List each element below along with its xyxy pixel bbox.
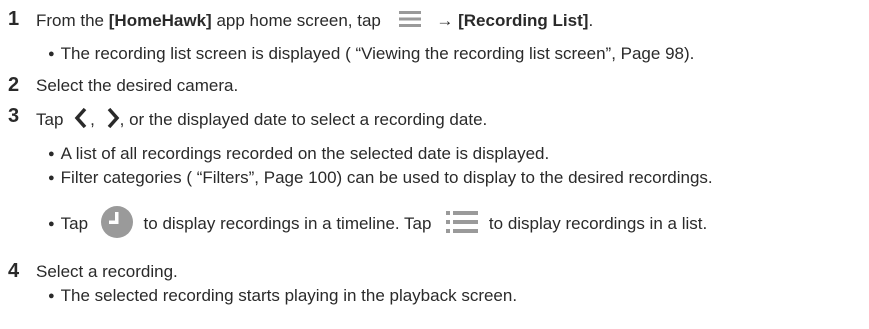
step-number-2: 2 — [8, 74, 20, 96]
step-1-text: From the [HomeHawk] app home screen, tap… — [36, 10, 593, 33]
bullet-item: ● Filter categories ( “Filters”, Page 100… — [48, 168, 713, 188]
bullet-item: ● The recording list screen is displayed … — [48, 44, 694, 64]
list-icon — [446, 209, 479, 240]
menu-icon — [398, 10, 422, 33]
bullet-text-pre: Tap — [60, 213, 89, 233]
step-3-sep: , — [90, 109, 95, 129]
step-4-text: Select a recording. — [36, 262, 178, 281]
bullet-dot: ● — [48, 48, 55, 60]
step-number-4: 4 — [8, 260, 20, 282]
step-1-end: . — [588, 10, 594, 30]
bullet-text: The selected recording starts playing in… — [60, 286, 518, 305]
bullet-item: ● Tap to display recordings in a timeline… — [48, 206, 707, 243]
clock-icon — [100, 206, 133, 243]
step-3-pre: Tap — [36, 109, 64, 129]
step-2-text: Select the desired camera. — [36, 76, 239, 95]
step-number-3: 3 — [8, 105, 20, 127]
bullet-item: ● The selected recording starts playing i… — [48, 286, 517, 306]
app-name: [HomeHawk] — [108, 10, 212, 30]
step-1-pre: From the — [36, 10, 109, 30]
step-3-text: Tap , , or the displayed date to select … — [36, 107, 487, 134]
bullet-text: A list of all recordings recorded on the… — [60, 144, 550, 163]
chevron-right-icon — [106, 107, 120, 134]
bullet-text-end: to display recordings in a list. — [488, 213, 708, 233]
bullet-dot: ● — [48, 148, 55, 160]
bullet-dot: ● — [48, 290, 55, 302]
recording-list-label: [Recording List] — [458, 10, 589, 30]
arrow: → — [436, 10, 454, 30]
bullet-item: ● A list of all recordings recorded on th… — [48, 144, 549, 164]
bullet-text: Filter categories ( “Filters”, Page 100)… — [60, 168, 713, 187]
bullet-dot: ● — [48, 172, 55, 184]
bullet-text-mid: to display recordings in a timeline. Tap — [143, 213, 432, 233]
chevron-left-icon — [74, 107, 88, 134]
bullet-text: The recording list screen is displayed (… — [60, 44, 695, 63]
step-3-post: , or the displayed date to select a reco… — [119, 109, 488, 129]
bullet-dot: ● — [48, 217, 55, 230]
step-1-mid: app home screen, tap — [211, 10, 381, 30]
step-number-1: 1 — [8, 8, 20, 30]
